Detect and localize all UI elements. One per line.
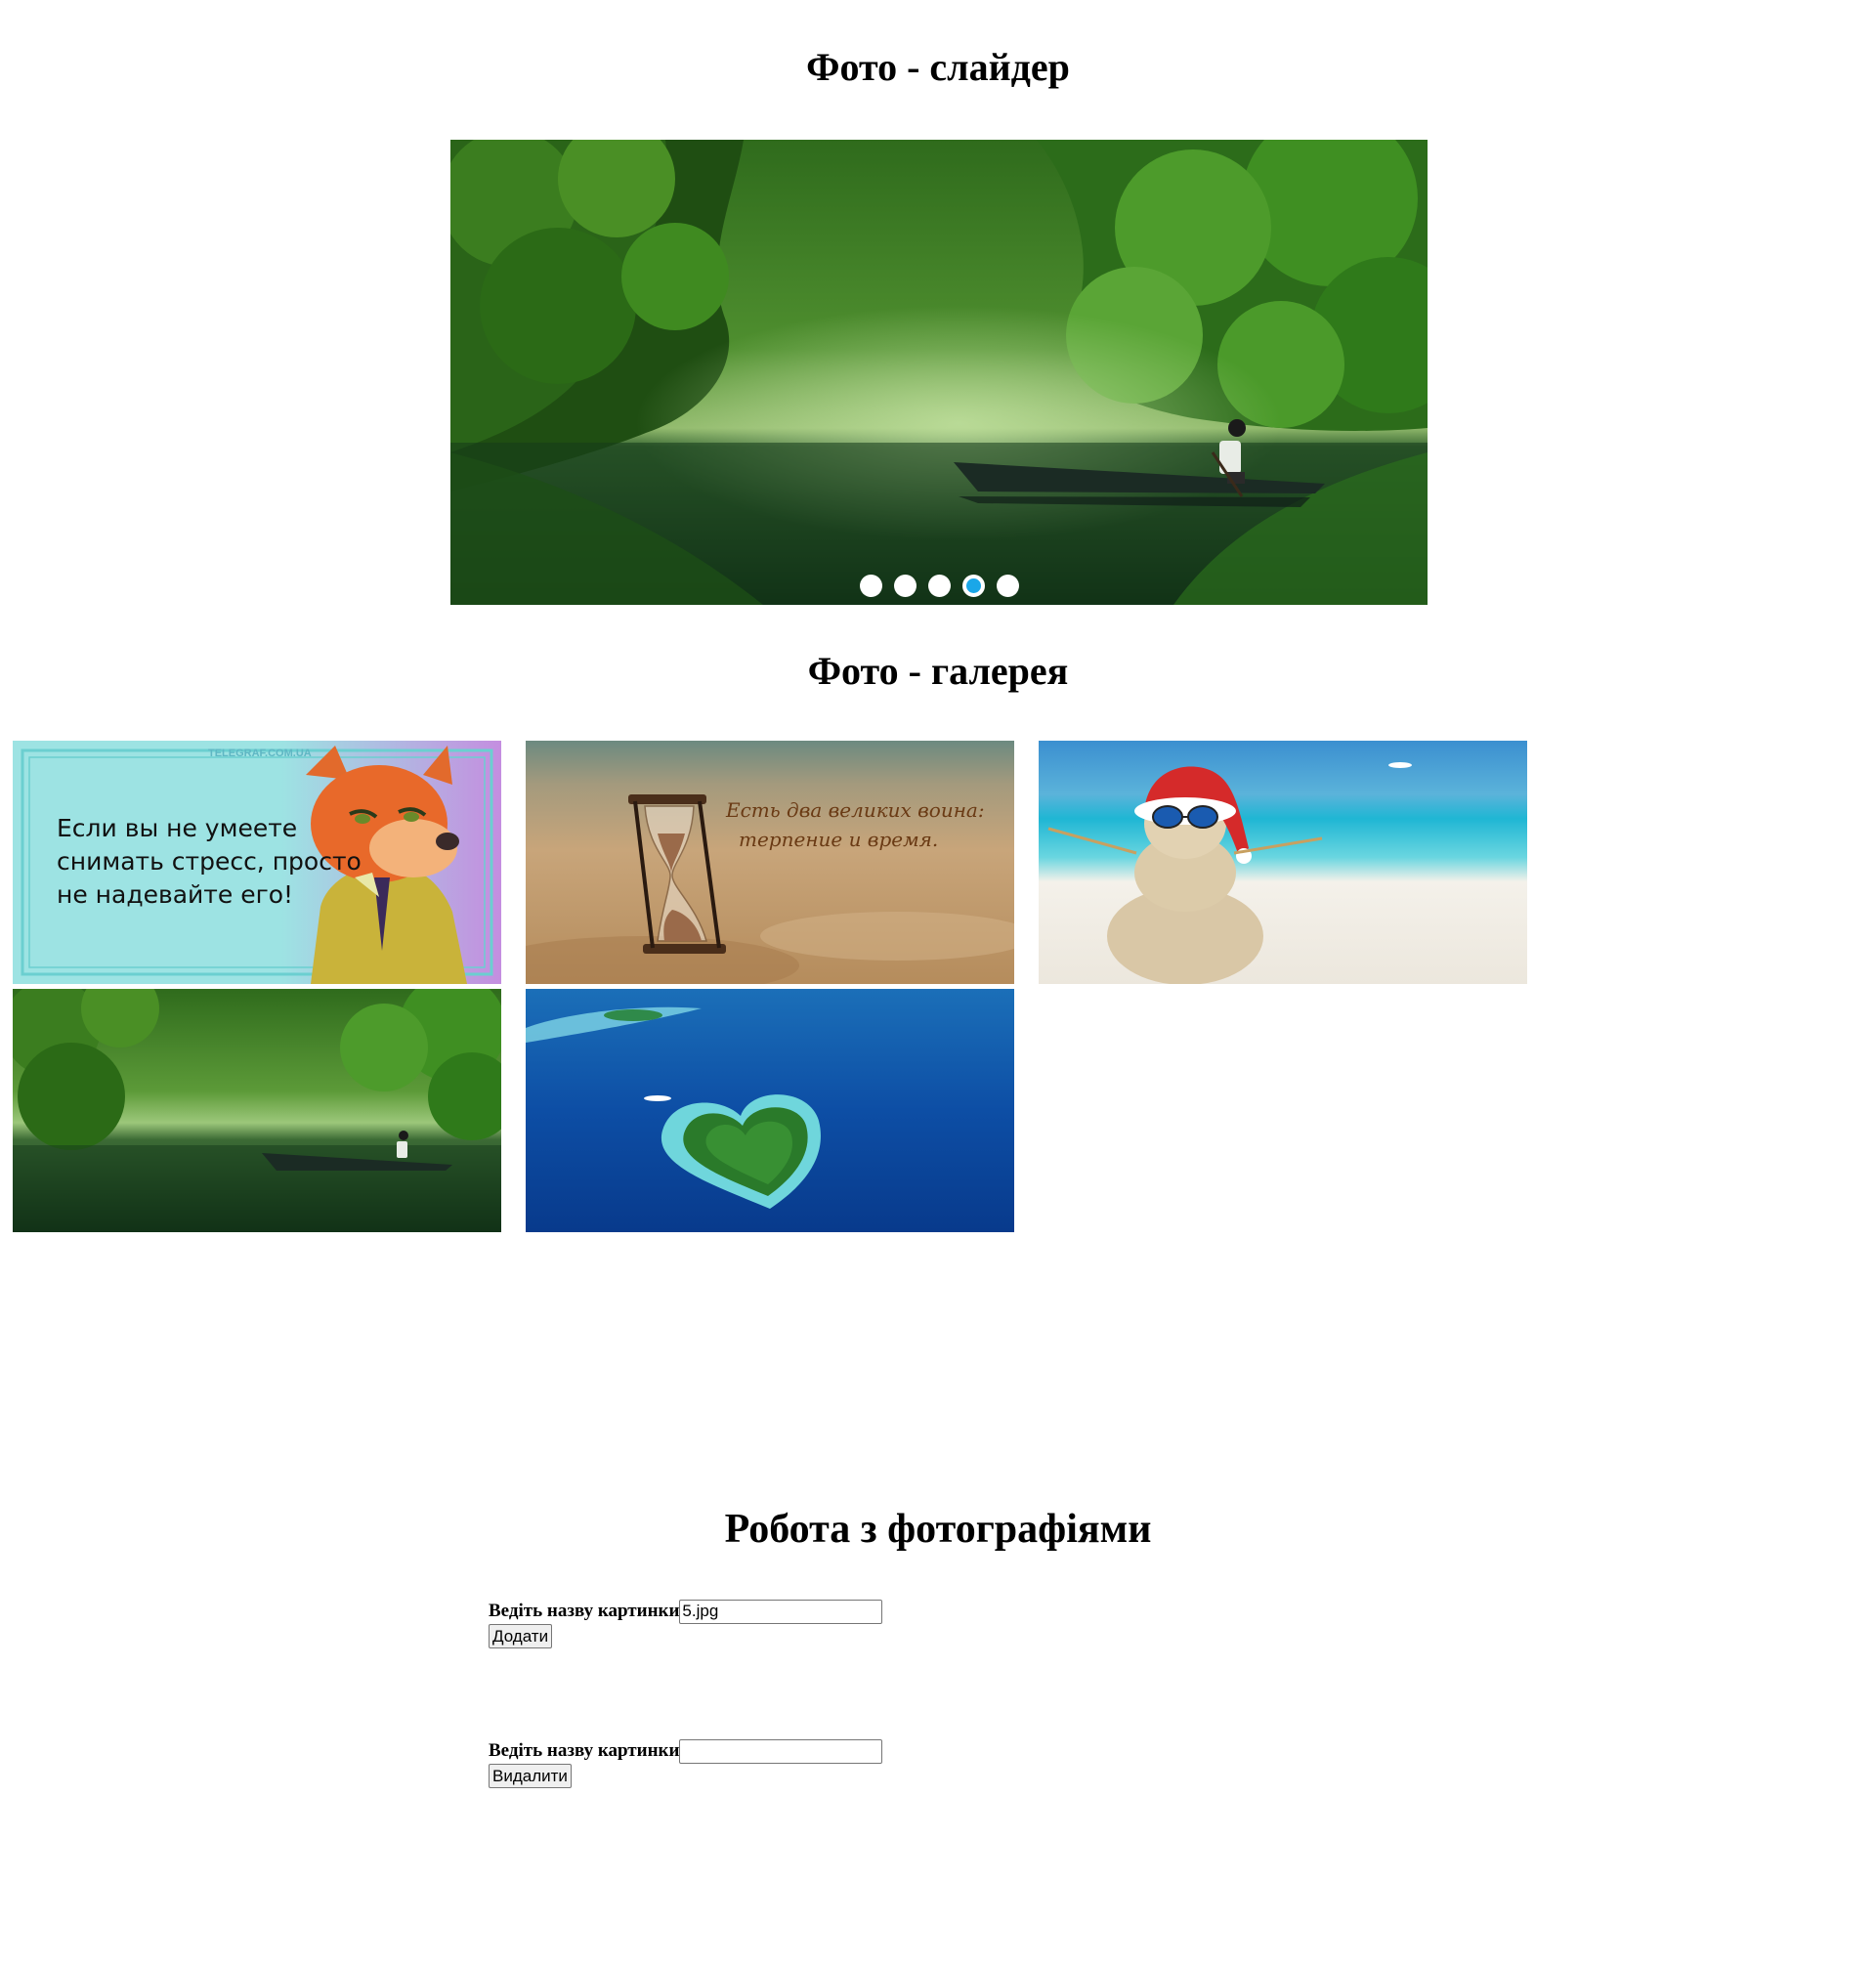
add-image-form: Ведіть назву картинки Додати (489, 1599, 883, 1648)
slider-dot-3[interactable] (927, 575, 951, 597)
delete-image-name-input[interactable] (679, 1738, 883, 1764)
gallery-image-forest-lake[interactable] (13, 989, 501, 1232)
gallery-image-fox[interactable]: TELEGRAF.COM.UA Если вы не умеете снимат… (13, 741, 501, 984)
slider-dot-2[interactable] (893, 575, 917, 597)
add-image-name-input[interactable] (679, 1599, 883, 1624)
fox-caption-line-2: снимать стресс, просто (57, 847, 362, 876)
fox-caption-line-1: Если вы не умеете (57, 814, 297, 842)
gallery-image-sand-snowman[interactable] (1039, 741, 1527, 984)
hourglass-caption-line-2: терпение и время. (739, 828, 938, 851)
add-button[interactable]: Додати (489, 1624, 553, 1648)
delete-button[interactable]: Видалити (489, 1764, 572, 1788)
page: Фото - слайдер Фото - галерея TELEGRAF.C… (0, 0, 1876, 1967)
gallery-image-heart-island[interactable] (526, 989, 1014, 1232)
slider-dots (450, 575, 1428, 600)
gallery-image-hourglass[interactable]: Есть два великих воина: терпение и время… (526, 741, 1014, 984)
slider-dot-4-active[interactable] (961, 575, 985, 597)
gallery-title: Фото - галерея (807, 649, 1069, 693)
hourglass-caption-line-1: Есть два великих воина: (725, 798, 985, 822)
fox-caption-line-3: не надевайте его! (57, 880, 293, 909)
delete-form-label: Ведіть назву картинки (489, 1740, 680, 1761)
photo-slider[interactable] (450, 140, 1428, 605)
add-form-label: Ведіть назву картинки (489, 1601, 680, 1621)
delete-image-form: Ведіть назву картинки Видалити (489, 1738, 883, 1788)
slider-title: Фото - слайдер (806, 45, 1070, 89)
slider-dot-5[interactable] (996, 575, 1019, 597)
slider-dot-1[interactable] (859, 575, 882, 597)
fox-watermark: TELEGRAF.COM.UA (208, 748, 312, 759)
add-form-row: Ведіть назву картинки (489, 1599, 883, 1624)
delete-form-row: Ведіть назву картинки (489, 1738, 883, 1764)
slider-image-forest-lake (450, 140, 1428, 605)
work-title: Робота з фотографіями (724, 1507, 1152, 1552)
